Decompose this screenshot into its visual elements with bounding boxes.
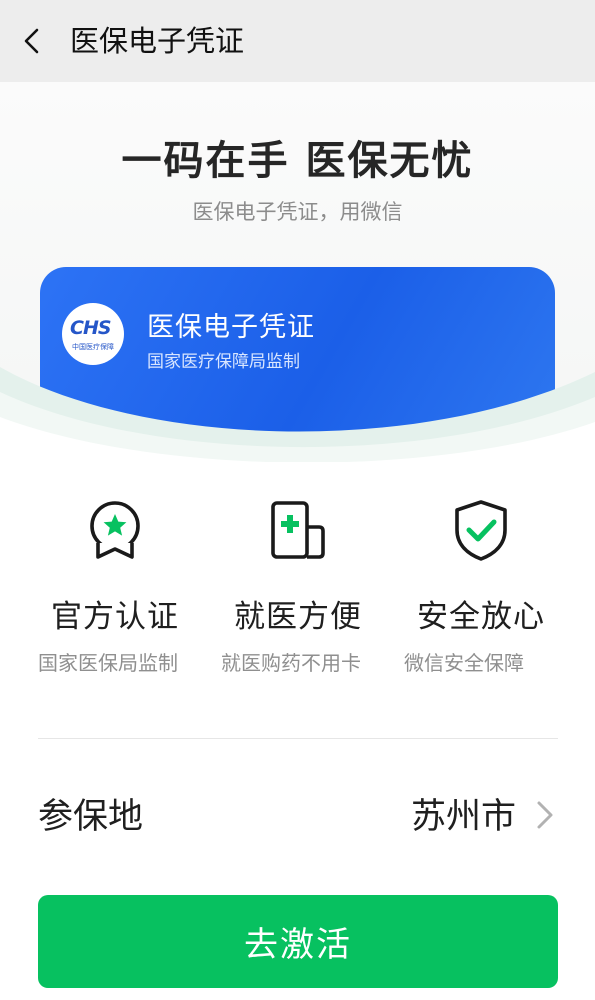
- chs-logo-subtext: 中国医疗保障: [72, 343, 114, 351]
- location-label: 参保地: [38, 797, 144, 837]
- hero-headline: 一码在手 医保无忧: [121, 138, 474, 184]
- chevron-right-icon[interactable]: [534, 798, 556, 832]
- feature-secure: 安全放心 微信安全保障: [386, 495, 576, 685]
- nav-bar: 医保电子凭证: [0, 0, 595, 82]
- hero-subline: 医保电子凭证，用微信: [192, 200, 403, 224]
- chs-logo-mark: CHS: [70, 317, 112, 339]
- shield-check-icon: [455, 500, 507, 561]
- divider: [38, 738, 558, 739]
- page-title: 医保电子凭证: [70, 24, 245, 58]
- back-arrow-icon[interactable]: [18, 26, 48, 56]
- medical-card-icon: [271, 501, 325, 559]
- feature-convenient: 就医方便 就医购药不用卡: [203, 495, 393, 685]
- decorative-wave: [0, 367, 595, 462]
- location-value[interactable]: 苏州市: [411, 788, 516, 839]
- insured-location-row[interactable]: 参保地 苏州市: [38, 770, 558, 850]
- feature-list: 官方认证 国家医保局监制 就医方便 就医购药不用卡 安全放心 微信安全保障: [0, 495, 595, 695]
- feature-title: 官方认证: [51, 599, 179, 635]
- feature-desc: 微信安全保障: [404, 651, 524, 675]
- feature-title: 就医方便: [234, 599, 362, 635]
- activate-button[interactable]: 去激活: [38, 895, 558, 988]
- card-title: 医保电子凭证: [147, 312, 315, 343]
- feature-title: 安全放心: [417, 599, 545, 635]
- star-badge-icon: [90, 501, 140, 559]
- hero-section: 一码在手 医保无忧 医保电子凭证，用微信 CHS 中国医疗保障 医保电子凭证 国…: [0, 82, 595, 462]
- feature-desc: 就医购药不用卡: [221, 651, 361, 675]
- feature-desc: 国家医保局监制: [38, 651, 178, 675]
- feature-official: 官方认证 国家医保局监制: [20, 495, 210, 685]
